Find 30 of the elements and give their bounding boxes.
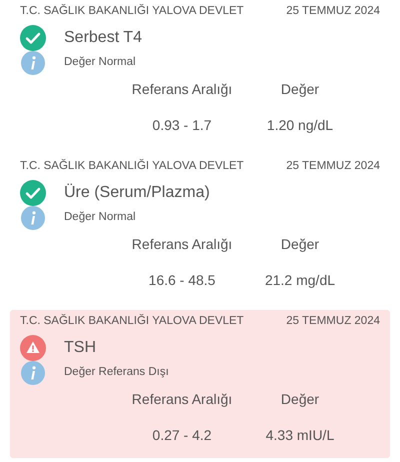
column-header: Değer [280, 390, 320, 409]
status-note: Değer Normal [64, 55, 136, 70]
test-name: TSH [64, 338, 96, 358]
result-date: 25 TEMMUZ 2024 [286, 159, 380, 174]
institution-name: T.C. SAĞLIK BAKANLIĞI YALOVA DEVLET [20, 158, 244, 174]
column-header: Referans Aralığı [130, 235, 234, 254]
institution-name: T.C. SAĞLIK BAKANLIĞI YALOVA DEVLET [20, 3, 244, 20]
result-value: 1.20 ng/dL [266, 116, 334, 135]
info-icon [21, 361, 45, 385]
warning-icon [20, 335, 46, 361]
info-icon [21, 51, 45, 75]
info-icon [21, 206, 45, 230]
reference-range: 0.93 - 1.7 [151, 116, 213, 135]
reference-range: 0.27 - 4.2 [151, 426, 213, 445]
status-note: Değer Referans Dışı [64, 365, 169, 380]
institution-name: T.C. SAĞLIK BAKANLIĞI YALOVA DEVLET [20, 313, 244, 330]
test-name: Serbest T4 [64, 28, 142, 48]
reference-range: 16.6 - 48.5 [148, 271, 216, 290]
column-header: Değer [280, 235, 320, 254]
status-note: Değer Normal [64, 210, 136, 226]
column-header: Değer [280, 80, 320, 99]
column-header: Referans Aralığı [130, 80, 234, 99]
result-value: 21.2 mg/dL [264, 271, 336, 290]
result-value: 4.33 mIU/L [264, 426, 336, 445]
result-date: 25 TEMMUZ 2024 [286, 314, 380, 330]
column-header: Referans Aralığı [130, 390, 234, 409]
check-icon [20, 180, 46, 206]
test-name: Üre (Serum/Plazma) [64, 182, 210, 203]
result-date: 25 TEMMUZ 2024 [286, 4, 380, 20]
check-icon [20, 25, 46, 51]
